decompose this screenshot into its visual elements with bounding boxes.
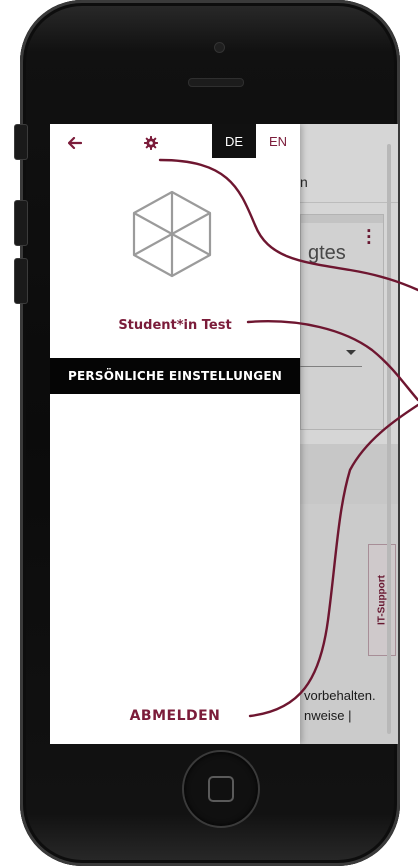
user-name: Student*in Test	[118, 318, 232, 333]
back-button[interactable]	[60, 130, 90, 156]
avatar	[130, 188, 214, 280]
front-camera	[214, 42, 225, 53]
volume-down-button	[14, 258, 28, 304]
gear-icon	[144, 136, 158, 150]
drawer-overlay-shade[interactable]	[300, 124, 398, 744]
logout-button[interactable]: ABMELDEN	[50, 708, 300, 724]
home-square-icon	[208, 776, 234, 802]
earpiece-speaker	[188, 78, 244, 87]
mute-switch	[14, 124, 28, 160]
volume-up-button	[14, 200, 28, 246]
phone-screen: n · · · gtes IT-Support vorbehalten. nweis…	[50, 124, 398, 744]
arrow-left-icon	[68, 137, 82, 149]
personal-settings-button[interactable]: PERSÖNLICHE EINSTELLUNGEN	[50, 358, 300, 394]
screenshot-stage: n · · · gtes IT-Support vorbehalten. nweis…	[0, 0, 418, 866]
cube-logo-icon	[132, 190, 212, 278]
language-en-button[interactable]: EN	[256, 124, 300, 158]
language-de-button[interactable]: DE	[212, 124, 256, 158]
user-drawer: DE EN Student*in Test PERSÖNLICHE EINSTE…	[50, 124, 300, 744]
home-button[interactable]	[182, 750, 260, 828]
settings-button[interactable]	[136, 130, 166, 156]
